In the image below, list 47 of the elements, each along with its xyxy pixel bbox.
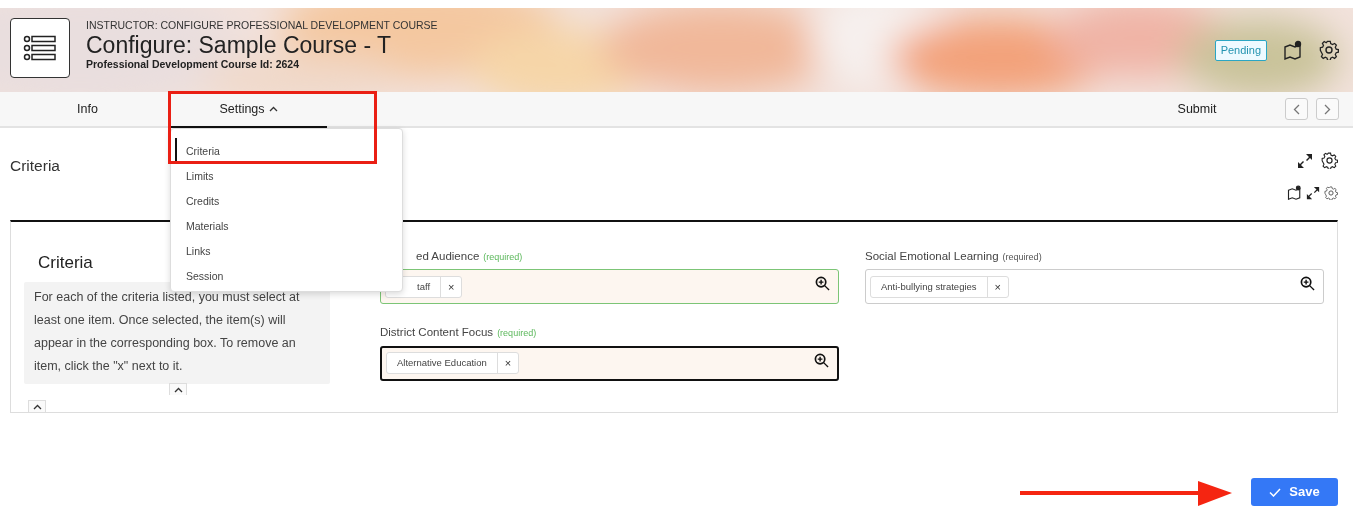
criteria-heading: Criteria <box>38 252 93 274</box>
menu-item[interactable]: Criteria <box>175 138 226 163</box>
save-button[interactable]: Save <box>1251 478 1338 506</box>
page-title: Configure: Sample Course - T <box>86 32 393 58</box>
field-label: ed Audience <box>416 249 480 264</box>
zoom-in-icon[interactable] <box>814 352 829 368</box>
field-label: District Content Focus <box>380 325 494 341</box>
field-label: Social Emotional Learning <box>865 249 999 264</box>
collapse-button[interactable] <box>28 400 46 412</box>
settings-icon[interactable] <box>1319 40 1339 61</box>
selected-item-chip: Alternative Education × <box>386 352 520 374</box>
map-pin-icon[interactable] <box>1283 40 1303 61</box>
required-note: (required) <box>483 251 523 264</box>
menu-item[interactable]: Limits <box>171 163 220 188</box>
list-settings-icon <box>23 35 57 61</box>
settings-icon[interactable] <box>1321 152 1338 169</box>
criteria-field[interactable]: taff × <box>380 269 839 305</box>
check-icon <box>1269 487 1282 497</box>
expand-icon[interactable] <box>1306 185 1320 200</box>
caret-icon <box>173 386 183 393</box>
status-badge: Pending <box>1214 40 1267 61</box>
zoom-in-icon[interactable] <box>1300 276 1315 292</box>
remove-button[interactable]: × <box>986 276 1008 297</box>
course-id: Professional Development Course Id: 2624 <box>86 58 300 70</box>
collapse-button[interactable] <box>169 383 187 395</box>
tab[interactable]: Info <box>5 92 170 128</box>
selected-item-chip: Anti-bullying strategies × <box>870 275 1009 298</box>
criteria-field[interactable]: Alternative Education × <box>380 345 839 381</box>
map-pin-icon[interactable] <box>1287 185 1302 200</box>
expand-icon[interactable] <box>1297 152 1313 169</box>
chevron-right-icon <box>1324 103 1331 115</box>
criteria-field[interactable]: Anti-bullying strategies × <box>865 269 1324 305</box>
submit-tab[interactable]: Submit <box>1157 92 1237 128</box>
instructions-text: For each of the criteria listed, you must select at least one item. Once selected, the item(s) will appear in the corresponding box. To remove an item, click the "x" next to it. <box>24 281 330 384</box>
remove-button[interactable]: × <box>496 353 519 373</box>
required-note: (required) <box>1002 251 1042 264</box>
menu-item[interactable]: Materials <box>171 213 235 238</box>
caret-icon <box>268 106 278 112</box>
remove-button[interactable]: × <box>440 276 462 297</box>
zoom-in-icon[interactable] <box>815 276 830 292</box>
section-title: Criteria <box>10 156 60 176</box>
menu-item[interactable]: Credits <box>171 188 226 213</box>
menu-item[interactable]: Links <box>171 238 217 263</box>
breadcrumb: INSTRUCTOR: CONFIGURE PROFESSIONAL DEVELOPMENT COURSE <box>86 19 439 32</box>
caret-icon <box>32 403 42 410</box>
chevron-left-icon <box>1293 103 1300 115</box>
required-note: (required) <box>497 327 537 341</box>
